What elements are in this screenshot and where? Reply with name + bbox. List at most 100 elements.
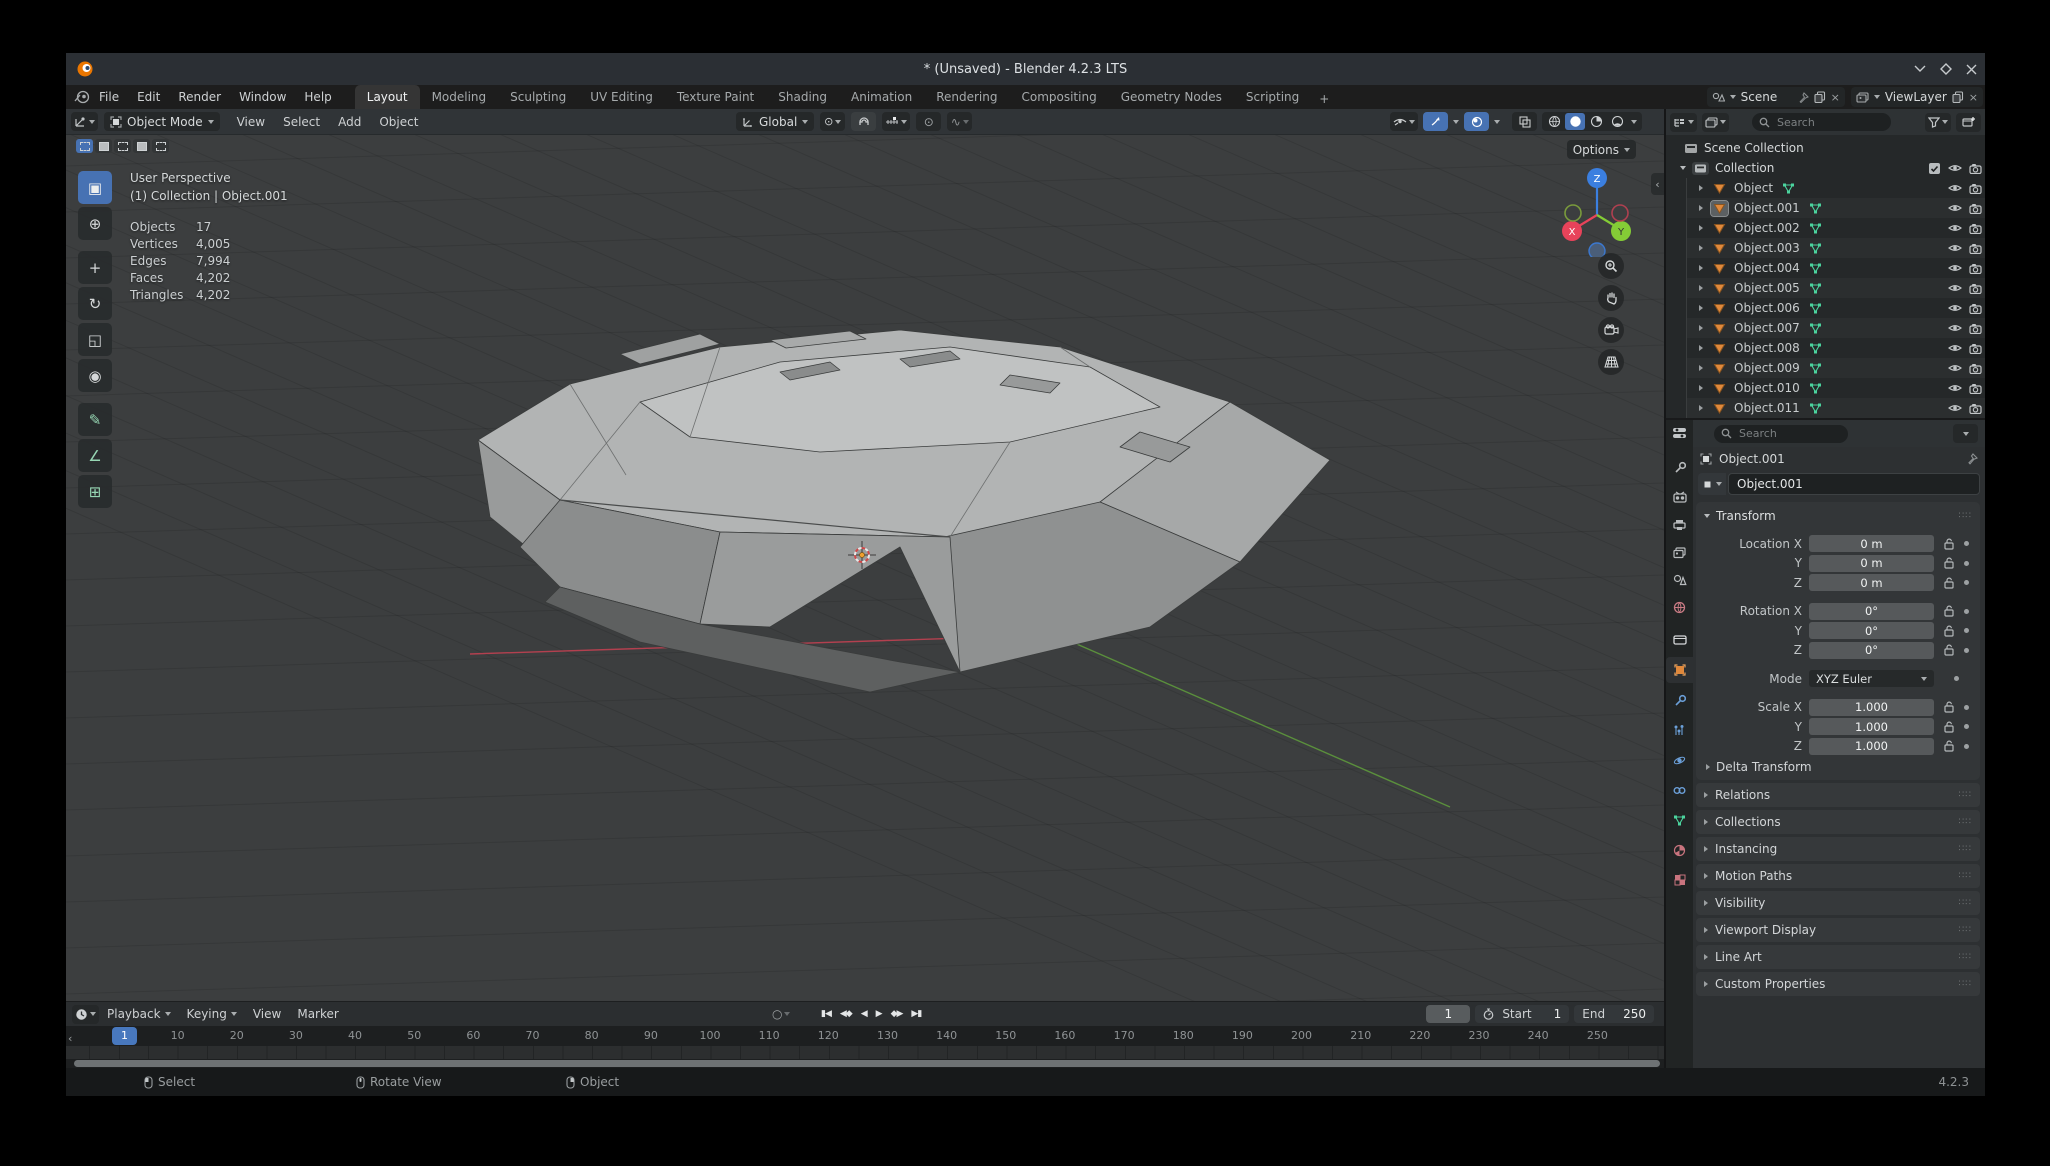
animate-dot[interactable]: [1964, 628, 1969, 633]
lock-icon[interactable]: [1944, 721, 1954, 733]
gizmos-toggle[interactable]: [1423, 112, 1448, 131]
collection-checkbox[interactable]: [1928, 162, 1941, 175]
disable-render-icon[interactable]: [1965, 243, 1985, 254]
panel-drag-handle[interactable]: ∷∷: [1959, 898, 1972, 908]
property-panel-header[interactable]: Viewport Display ∷∷: [1696, 918, 1980, 942]
tab-collection[interactable]: [1666, 626, 1693, 652]
scene-selector[interactable]: Scene ×: [1707, 87, 1845, 107]
properties-search-input[interactable]: [1737, 426, 1821, 441]
animate-dot[interactable]: [1964, 724, 1969, 729]
disable-render-icon[interactable]: [1965, 403, 1985, 414]
hide-eye-icon[interactable]: [1945, 363, 1965, 373]
menu-edit[interactable]: Edit: [128, 85, 169, 109]
lock-icon[interactable]: [1944, 644, 1954, 656]
hide-eye-icon[interactable]: [1945, 263, 1965, 273]
transform-value-field[interactable]: 1.000: [1809, 738, 1934, 755]
outliner-object-row[interactable]: Object: [1687, 178, 1985, 198]
mode-selector[interactable]: Object Mode: [104, 112, 220, 131]
animate-dot[interactable]: [1964, 705, 1969, 710]
outliner-object-row[interactable]: Object.002: [1687, 218, 1985, 238]
select-set-button[interactable]: [76, 139, 93, 153]
select-extend-button[interactable]: [95, 139, 112, 153]
lock-icon[interactable]: [1944, 701, 1954, 713]
blender-menu-icon[interactable]: [74, 90, 90, 104]
hide-eye-icon[interactable]: [1945, 403, 1965, 413]
property-panel-header[interactable]: Relations ∷∷: [1696, 783, 1980, 807]
titlebar[interactable]: * (Unsaved) - Blender 4.2.3 LTS: [66, 53, 1985, 85]
pin-id-icon[interactable]: [1966, 453, 1978, 465]
disable-render-icon[interactable]: [1965, 363, 1985, 374]
tool-select-box-button[interactable]: ▣: [78, 171, 112, 204]
animate-dot[interactable]: [1964, 561, 1969, 566]
outliner-object-row[interactable]: Object.003: [1687, 238, 1985, 258]
hide-eye-icon[interactable]: [1945, 343, 1965, 353]
playback-button[interactable]: ▮◀: [818, 1009, 834, 1019]
property-panel-header[interactable]: Custom Properties ∷∷: [1696, 972, 1980, 996]
tab-view-layer[interactable]: [1666, 540, 1693, 566]
disable-render-icon[interactable]: [1965, 163, 1985, 174]
outliner-object-row[interactable]: Object.008: [1687, 338, 1985, 358]
show-object-types-dropdown[interactable]: [1390, 112, 1418, 131]
hide-eye-icon[interactable]: [1945, 243, 1965, 253]
animate-dot[interactable]: [1964, 541, 1969, 546]
hide-eye-icon[interactable]: [1945, 223, 1965, 233]
proportional-edit-toggle[interactable]: ⊙: [916, 112, 941, 131]
vp-menu-select[interactable]: Select: [274, 110, 329, 134]
transform-value-field[interactable]: 0 m: [1809, 535, 1934, 552]
expand-arrow-icon[interactable]: [1699, 385, 1703, 391]
tab-geometry-nodes[interactable]: Geometry Nodes: [1109, 85, 1234, 109]
tab-output[interactable]: [1666, 512, 1693, 538]
transform-value-field[interactable]: 1.000: [1809, 718, 1934, 735]
expand-arrow-icon[interactable]: [1699, 325, 1703, 331]
object-name[interactable]: Object.011: [1734, 401, 1800, 415]
property-panel-header[interactable]: Instancing ∷∷: [1696, 837, 1980, 861]
collection-label[interactable]: Collection: [1715, 161, 1774, 175]
object-name[interactable]: Object: [1734, 181, 1773, 195]
tab-texture-paint[interactable]: Texture Paint: [665, 85, 766, 109]
view-menu[interactable]: View: [245, 1007, 289, 1021]
panel-drag-handle[interactable]: ∷∷: [1959, 952, 1972, 962]
proportional-falloff-dropdown[interactable]: ∿: [947, 112, 972, 131]
disable-render-icon[interactable]: [1965, 183, 1985, 194]
menu-file[interactable]: File: [90, 85, 128, 109]
transform-value-field[interactable]: 0°: [1809, 603, 1934, 620]
tab-world[interactable]: [1666, 594, 1693, 620]
properties-search[interactable]: [1714, 425, 1848, 443]
vp-menu-object[interactable]: Object: [370, 110, 427, 134]
tab-tool[interactable]: [1666, 454, 1693, 480]
expand-arrow-icon[interactable]: [1699, 185, 1703, 191]
shading-material-button[interactable]: [1586, 113, 1606, 130]
expand-arrow-icon[interactable]: [1699, 205, 1703, 211]
viewlayer-selector[interactable]: ViewLayer ×: [1851, 87, 1983, 107]
close-button[interactable]: [1966, 64, 1977, 75]
menu-window[interactable]: Window: [230, 85, 295, 109]
tab-scripting[interactable]: Scripting: [1234, 85, 1311, 109]
hide-eye-icon[interactable]: [1945, 203, 1965, 213]
tab-animation[interactable]: Animation: [839, 85, 924, 109]
minimize-button[interactable]: [1914, 65, 1926, 73]
transform-value-field[interactable]: 0°: [1809, 622, 1934, 639]
expand-arrow-icon[interactable]: [1699, 225, 1703, 231]
expand-arrow-icon[interactable]: [1699, 265, 1703, 271]
expand-arrow-icon[interactable]: [1699, 365, 1703, 371]
timeline-expand-arrow[interactable]: ‹: [68, 1032, 72, 1045]
panel-drag-handle[interactable]: ∷∷: [1959, 844, 1972, 854]
timeline-scroll-thumb[interactable]: [74, 1060, 1660, 1067]
object-name[interactable]: Object.007: [1734, 321, 1800, 335]
outliner-object-row[interactable]: Object.009: [1687, 358, 1985, 378]
object-name[interactable]: Object.009: [1734, 361, 1800, 375]
panel-drag-handle[interactable]: ∷∷: [1959, 817, 1972, 827]
current-frame-field[interactable]: 1: [1426, 1005, 1470, 1023]
tool-transform-button[interactable]: ◉: [78, 359, 112, 392]
playhead[interactable]: 1: [112, 1027, 137, 1045]
outliner-object-row[interactable]: Object.010: [1687, 378, 1985, 398]
tool-scale-button[interactable]: ◱: [78, 323, 112, 356]
animate-dot[interactable]: [1964, 580, 1969, 585]
snap-settings-dropdown[interactable]: [882, 112, 910, 131]
properties-options-dropdown[interactable]: [1953, 424, 1978, 443]
tab-shading[interactable]: Shading: [766, 85, 839, 109]
shading-rendered-button[interactable]: [1607, 113, 1627, 130]
tool-rotate-button[interactable]: ↻: [78, 287, 112, 320]
tab-rendering[interactable]: Rendering: [924, 85, 1009, 109]
camera-view-button[interactable]: [1598, 317, 1624, 343]
